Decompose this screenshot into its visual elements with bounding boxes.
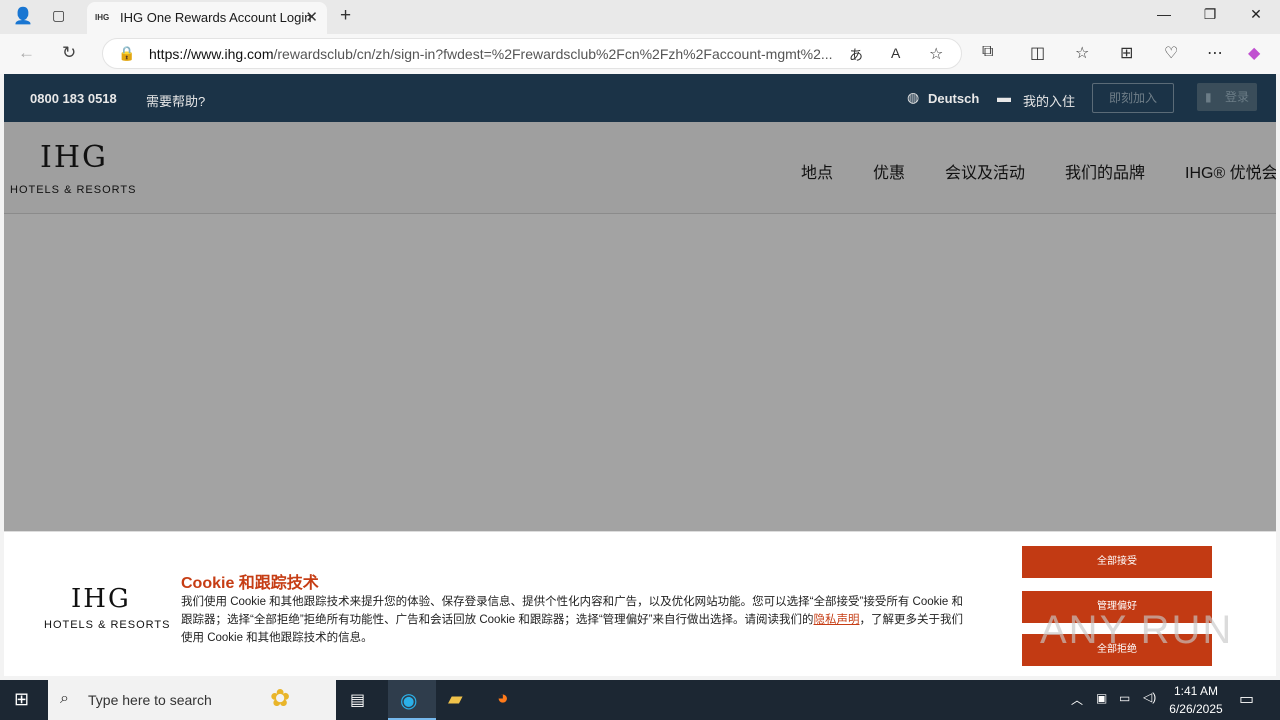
task-view-icon[interactable]: ▤ — [350, 690, 365, 710]
web-page: 0800 183 0518 需要帮助? ◍ Deutsch ▬ 我的入住 即刻加… — [4, 74, 1276, 676]
search-placeholder: Type here to search — [88, 692, 212, 708]
read-aloud-icon[interactable]: A — [891, 45, 900, 61]
url-text: https://www.ihg.com/rewardsclub/cn/zh/si… — [149, 46, 833, 62]
help-link[interactable]: 需要帮助? — [146, 91, 205, 110]
accept-all-button[interactable]: 全部接受 — [1022, 546, 1212, 578]
clock-time[interactable]: 1:41 AM — [1168, 684, 1224, 698]
taskbar-search[interactable]: ⌕ Type here to search ✿ — [48, 680, 336, 720]
notifications-icon[interactable]: ▭ — [1239, 689, 1254, 709]
collections-icon[interactable]: ⊞ — [1120, 43, 1133, 63]
browser-tab-strip: 👤 ▢ IHG IHG One Rewards Account Login ✕ … — [0, 0, 1280, 34]
edge-icon: ◉ — [400, 690, 418, 712]
phone-number[interactable]: 0800 183 0518 — [30, 91, 117, 106]
file-explorer-icon[interactable]: ▰ — [448, 688, 463, 711]
globe-icon: ◍ — [907, 89, 920, 105]
tab-actions-icon[interactable]: ▢ — [52, 7, 65, 24]
restore-icon[interactable]: ❐ — [1187, 6, 1233, 23]
split-screen-icon[interactable]: ◫ — [1030, 43, 1045, 63]
cookie-description: 我们使用 Cookie 和其他跟踪技术来提升您的体验、保存登录信息、提供个性化内… — [181, 596, 964, 644]
browser-essentials-icon[interactable]: ♡ — [1164, 43, 1178, 63]
volume-icon[interactable]: ◁) — [1143, 690, 1156, 704]
settings-more-icon[interactable]: ⋯ — [1207, 43, 1223, 63]
browser-toolbar: ← ↻ 🔒 https://www.ihg.com/rewardsclub/cn… — [0, 34, 1280, 74]
tray-device-icon[interactable]: ▣ — [1096, 691, 1107, 705]
favorite-star-icon[interactable]: ☆ — [929, 44, 943, 64]
utility-bar: 0800 183 0518 需要帮助? ◍ Deutsch ▬ 我的入住 即刻加… — [4, 74, 1276, 122]
logo-subtitle: HOTELS & RESORTS — [10, 184, 137, 196]
clock-date[interactable]: 6/26/2025 — [1164, 702, 1228, 716]
ihg-logo[interactable]: IHG — [40, 140, 108, 175]
anyrun-watermark: ANY RUN — [1040, 608, 1234, 652]
my-stays-link[interactable]: 我的入住 — [1023, 91, 1075, 110]
new-tab-icon[interactable]: + — [340, 5, 351, 27]
search-decoration-icon: ✿ — [270, 685, 291, 712]
cookie-title: Cookie 和跟踪技术 — [181, 575, 319, 592]
edge-taskbar-item[interactable]: ◉ — [388, 680, 436, 720]
close-window-icon[interactable]: ✕ — [1233, 6, 1279, 23]
copilot-icon[interactable]: ◆ — [1248, 43, 1260, 63]
main-nav: IHG HOTELS & RESORTS 地点 优惠 会议及活动 我们的品牌 I… — [4, 122, 1276, 214]
nav-meetings-events[interactable]: 会议及活动 — [945, 159, 1025, 183]
nav-locations[interactable]: 地点 — [801, 159, 833, 183]
taskbar: ⊞ ⌕ Type here to search ✿ ▤ ◉ ▰ ◕ ︿ ▣ ▭ … — [0, 680, 1280, 720]
join-button[interactable]: 即刻加入 — [1092, 83, 1174, 113]
tab-title: IHG One Rewards Account Login — [120, 10, 312, 25]
browser-tab[interactable]: IHG IHG One Rewards Account Login ✕ — [87, 2, 327, 34]
search-icon: ⌕ — [60, 690, 69, 707]
back-icon[interactable]: ← — [18, 43, 35, 63]
refresh-icon[interactable]: ↻ — [62, 43, 76, 63]
profile-icon[interactable]: 👤 — [13, 6, 33, 26]
network-icon[interactable]: ▭ — [1119, 691, 1130, 705]
nav-our-brands[interactable]: 我们的品牌 — [1065, 159, 1145, 183]
cookie-banner: IHG HOTELS & RESORTS Cookie 和跟踪技术 我们使用 C… — [4, 531, 1276, 676]
cookie-logo-subtitle: HOTELS & RESORTS — [44, 619, 171, 631]
extensions-icon[interactable]: ⧉ — [982, 43, 993, 61]
address-bar[interactable]: 🔒 https://www.ihg.com/rewardsclub/cn/zh/… — [102, 38, 962, 69]
login-label: 登录 — [1225, 90, 1250, 104]
firefox-icon[interactable]: ◕ — [497, 688, 508, 710]
login-button[interactable]: ▮ 登录 — [1197, 83, 1257, 111]
close-tab-icon[interactable]: ✕ — [305, 8, 318, 26]
cookie-ihg-logo: IHG — [71, 584, 131, 614]
privacy-link[interactable]: 隐私声明 — [814, 614, 860, 626]
favorites-icon[interactable]: ☆ — [1075, 43, 1089, 63]
login-icon: ▮ — [1205, 90, 1212, 104]
tray-chevron-icon[interactable]: ︿ — [1071, 691, 1083, 708]
language-selector[interactable]: Deutsch — [928, 91, 979, 106]
minimize-icon[interactable]: — — [1141, 6, 1187, 22]
nav-ihg-one-rewards[interactable]: IHG® 优悦会 — [1185, 159, 1276, 183]
tab-favicon: IHG — [95, 13, 110, 22]
bed-icon: ▬ — [997, 89, 1011, 105]
translate-icon[interactable]: あ — [849, 45, 863, 65]
site-info-icon[interactable]: 🔒 — [118, 45, 135, 62]
start-icon[interactable]: ⊞ — [14, 689, 29, 710]
nav-offers[interactable]: 优惠 — [873, 159, 905, 183]
